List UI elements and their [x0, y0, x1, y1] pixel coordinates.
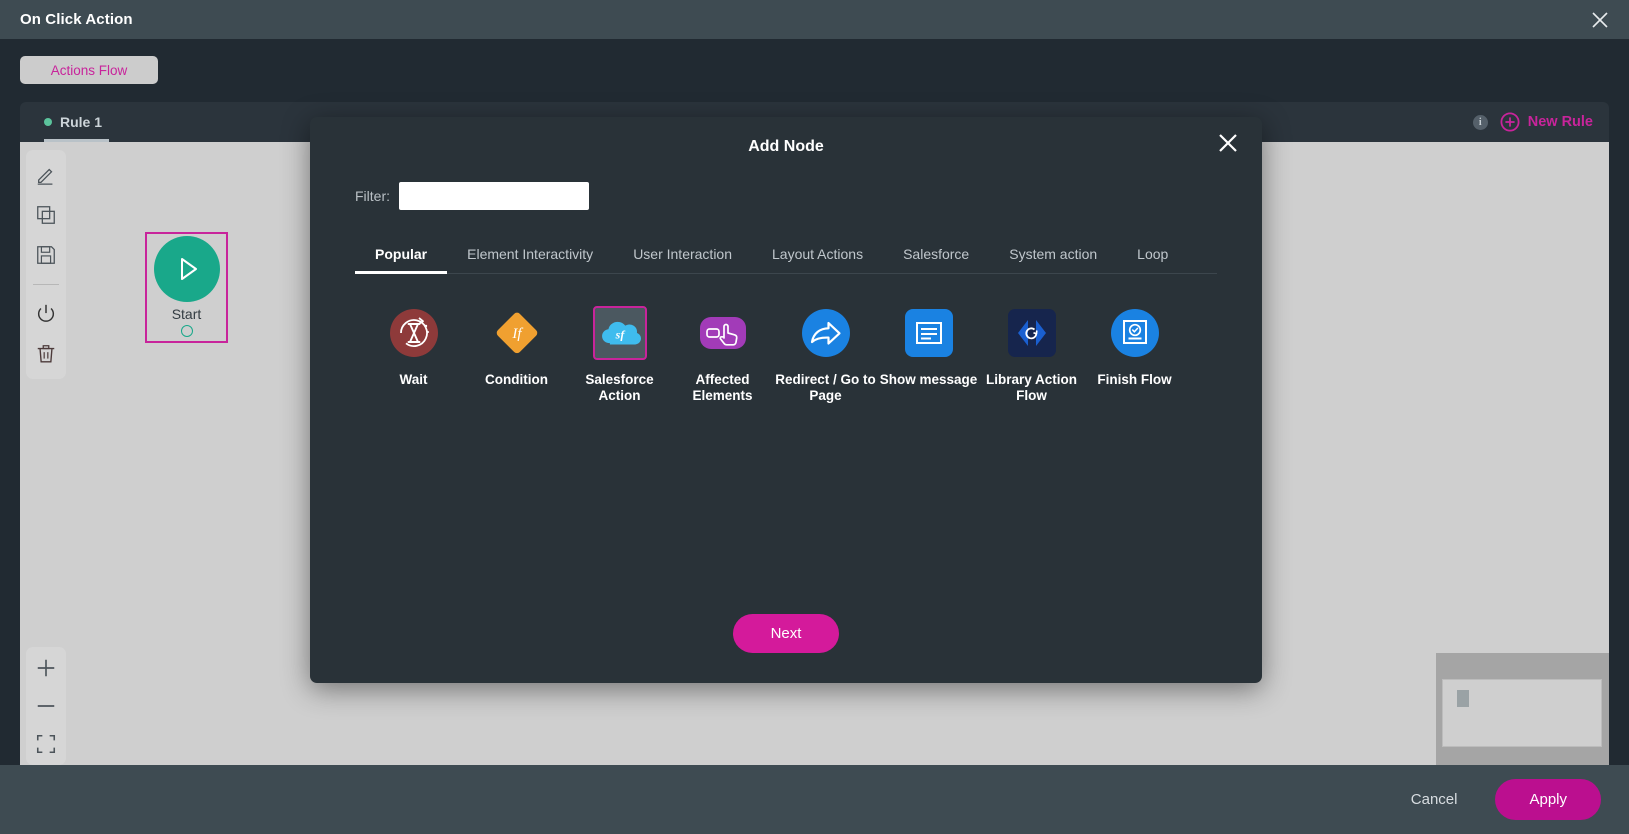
duplicate-tool[interactable] — [33, 202, 59, 228]
window-title-bar: On Click Action — [0, 0, 1629, 39]
filter-label: Filter: — [355, 188, 390, 204]
tab-rule-1[interactable]: Rule 1 — [30, 102, 116, 142]
node-label: Salesforce Action — [585, 372, 654, 403]
start-node[interactable]: Start — [145, 232, 228, 343]
node-label: Redirect / Go to Page — [775, 372, 876, 403]
plus-icon — [37, 659, 55, 677]
node-icon-container — [799, 306, 853, 360]
window-close-button[interactable] — [1587, 7, 1613, 33]
modal-tab-bar: Popular Element Interactivity User Inter… — [355, 238, 1217, 274]
svg-text:sf: sf — [614, 328, 625, 342]
tab-loop[interactable]: Loop — [1117, 238, 1188, 273]
message-box-icon — [904, 309, 953, 357]
start-node-circle — [153, 236, 220, 302]
cancel-button[interactable]: Cancel — [1399, 783, 1470, 816]
rule-bar-actions: i New Rule — [1472, 102, 1593, 142]
actions-flow-label: Actions Flow — [50, 62, 128, 78]
page-title: On Click Action — [20, 11, 133, 28]
add-node-modal: Add Node Filter: Popular Element Interac… — [310, 117, 1262, 683]
canvas-zoom-rail — [26, 647, 66, 765]
modal-title: Add Node — [748, 138, 824, 155]
rule-status-dot — [44, 118, 52, 126]
app-root: On Click Action Actions Flow Rule 1 i Ne… — [0, 0, 1629, 834]
node-label: Library Action Flow — [985, 372, 1077, 403]
node-label: Affected Elements — [692, 372, 753, 403]
tab-element-interactivity[interactable]: Element Interactivity — [447, 238, 613, 273]
fit-to-screen-button[interactable] — [33, 731, 59, 757]
expand-icon — [36, 734, 56, 754]
rule-label: Rule 1 — [60, 114, 103, 130]
node-option-wait[interactable]: Wait — [362, 306, 465, 388]
hourglass-icon — [389, 309, 438, 357]
power-icon — [37, 304, 55, 322]
close-icon — [1592, 11, 1608, 28]
node-label: Show message — [879, 372, 978, 387]
minimap-viewport[interactable] — [1442, 679, 1602, 747]
node-option-condition[interactable]: If Condition — [465, 306, 568, 388]
next-button[interactable]: Next — [732, 614, 840, 653]
share-arrow-icon — [801, 309, 850, 357]
node-icon-container — [387, 306, 441, 360]
delete-tool[interactable] — [33, 341, 59, 367]
rail-divider — [33, 284, 59, 285]
play-icon — [180, 258, 197, 280]
info-icon[interactable]: i — [1472, 114, 1488, 130]
node-label: Wait — [399, 372, 428, 387]
dialog-footer: Cancel Apply — [0, 765, 1629, 834]
salesforce-cloud-icon: sf — [601, 321, 641, 345]
click-hand-icon — [699, 317, 746, 349]
minimap-node-marker — [1457, 690, 1469, 707]
canvas-tool-rail — [26, 150, 66, 379]
copy-icon — [37, 206, 55, 224]
node-label: Finish Flow — [1097, 372, 1172, 387]
zoom-out-button[interactable] — [33, 693, 59, 719]
filter-row: Filter: — [355, 182, 1262, 210]
tab-system-action[interactable]: System action — [989, 238, 1117, 273]
apply-button[interactable]: Apply — [1495, 779, 1601, 820]
node-option-affected-elements[interactable]: Affected Elements — [671, 306, 774, 404]
save-tool[interactable] — [33, 242, 59, 268]
tab-salesforce[interactable]: Salesforce — [883, 238, 989, 273]
node-type-grid: Wait If Condition sf Salesforce Action A… — [362, 306, 1262, 404]
start-node-label: Start — [171, 306, 202, 322]
actions-flow-chip[interactable]: Actions Flow — [20, 56, 158, 84]
new-rule-button[interactable]: New Rule — [1500, 112, 1593, 132]
canvas-minimap[interactable] — [1436, 653, 1609, 783]
code-brackets-icon — [1007, 309, 1056, 357]
node-icon-container — [696, 306, 750, 360]
node-icon-container — [1005, 306, 1059, 360]
node-label: Condition — [485, 372, 548, 387]
node-icon-container — [902, 306, 956, 360]
node-option-library-action-flow[interactable]: Library Action Flow — [980, 306, 1083, 404]
tab-popular[interactable]: Popular — [355, 238, 448, 274]
start-node-output-port[interactable] — [180, 325, 193, 337]
zoom-in-button[interactable] — [33, 655, 59, 681]
disable-tool[interactable] — [33, 301, 59, 327]
node-option-redirect[interactable]: Redirect / Go to Page — [774, 306, 877, 404]
tab-user-interaction[interactable]: User Interaction — [613, 238, 752, 273]
node-option-show-message[interactable]: Show message — [877, 306, 980, 388]
trash-icon — [37, 345, 55, 363]
edit-tool[interactable] — [33, 162, 59, 188]
filter-input[interactable] — [399, 182, 589, 210]
minus-icon — [37, 705, 55, 707]
node-option-finish-flow[interactable]: Finish Flow — [1083, 306, 1186, 388]
node-icon-container: sf — [592, 306, 647, 360]
close-icon — [1219, 134, 1237, 152]
node-icon-container — [1108, 306, 1162, 360]
node-option-salesforce-action[interactable]: sf Salesforce Action — [568, 306, 671, 404]
plus-circle-icon — [1500, 112, 1520, 132]
tab-layout-actions[interactable]: Layout Actions — [752, 238, 883, 273]
new-rule-label: New Rule — [1527, 114, 1593, 130]
node-icon-container: If — [490, 306, 544, 360]
pencil-icon — [37, 168, 53, 185]
finish-check-icon — [1110, 309, 1159, 357]
modal-close-button[interactable] — [1214, 129, 1242, 157]
diamond-if-icon: If — [496, 312, 537, 354]
save-icon — [37, 246, 55, 264]
modal-actions: Next — [310, 614, 1262, 653]
